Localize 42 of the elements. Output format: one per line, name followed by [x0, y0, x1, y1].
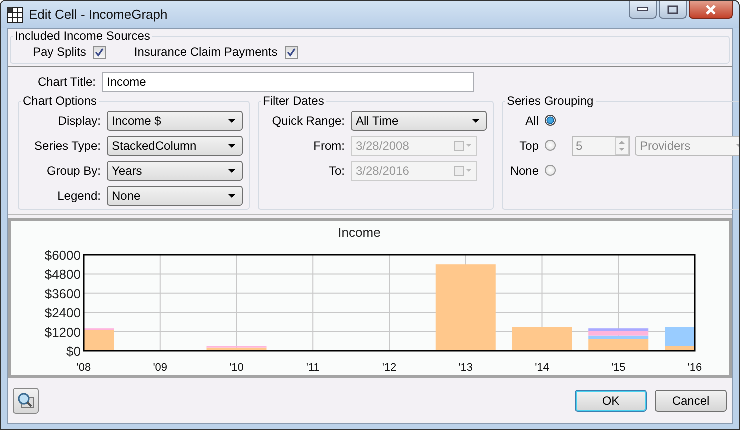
x-tick-label: '14 — [535, 362, 550, 373]
x-tick-label: '15 — [611, 362, 626, 373]
checkbox-label: Insurance Claim Payments — [134, 45, 278, 59]
y-tick-label: $2400 — [44, 306, 81, 321]
field-label: Display: — [57, 114, 101, 128]
group-title: Series Grouping — [506, 94, 595, 108]
y-tick-label: $3600 — [44, 286, 81, 302]
chart-title: Income — [338, 225, 381, 240]
y-tick-label: $0 — [66, 344, 81, 359]
dropdown[interactable]: Income $ — [107, 110, 243, 130]
radio-label: Top — [518, 138, 539, 152]
dropdown[interactable]: None — [107, 186, 243, 206]
window-title: Edit Cell - IncomeGraph — [29, 7, 168, 22]
x-tick-label: '09 — [153, 362, 168, 373]
field-label: Series Type: — [34, 138, 101, 152]
field-label: To: — [328, 164, 345, 178]
field-label: From: — [312, 138, 345, 152]
radio-label: All — [524, 114, 539, 128]
dropdown[interactable]: StackedColumn — [107, 136, 243, 156]
group-title: Filter Dates — [262, 94, 326, 108]
x-tick-label: '13 — [458, 362, 474, 373]
checkbox-label: Pay Splits — [33, 45, 86, 59]
x-tick-label: '12 — [382, 362, 397, 373]
y-tick-label: $4800 — [44, 267, 81, 282]
y-tick-label: $6000 — [44, 248, 81, 263]
y-tick-label: $1200 — [44, 324, 81, 340]
dialog-button[interactable]: Cancel — [655, 390, 727, 412]
x-tick-label: '08 — [76, 362, 92, 373]
field-label: Chart Title: — [36, 75, 96, 89]
x-tick-label: '10 — [230, 362, 244, 373]
field-label: Group By: — [46, 164, 101, 178]
radio-label: None — [509, 164, 539, 178]
chart-title-field[interactable]: Income — [102, 72, 474, 92]
dialog-button[interactable]: OK — [575, 390, 647, 412]
dropdown[interactable]: Years — [107, 160, 243, 180]
dropdown[interactable]: All Time — [351, 110, 487, 130]
x-tick-label: '11 — [306, 362, 320, 373]
group-title: Chart Options — [22, 94, 98, 108]
field-label: Legend: — [56, 188, 101, 202]
field-label: Quick Range: — [271, 114, 345, 128]
x-tick-label: '16 — [688, 362, 702, 373]
group-title: Included Income Sources — [14, 29, 152, 43]
